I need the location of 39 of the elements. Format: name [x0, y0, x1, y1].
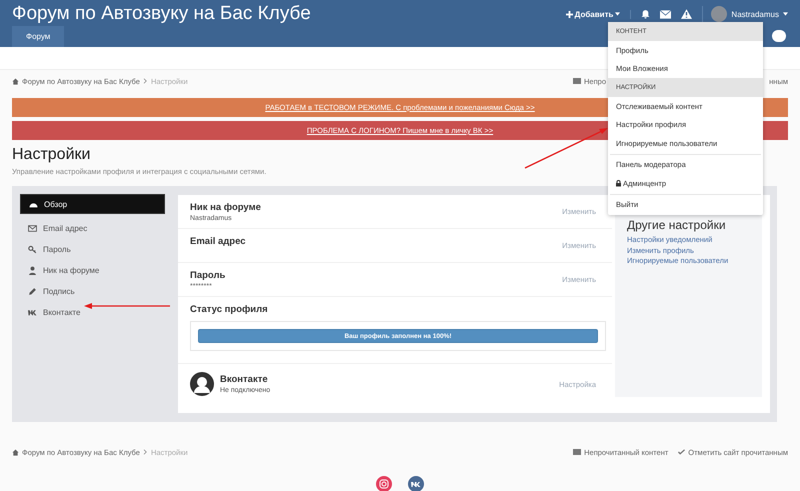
pencil-icon: [28, 286, 37, 296]
vk-icon: [28, 308, 37, 316]
envelope-icon[interactable]: [660, 10, 672, 18]
warning-icon[interactable]: [681, 9, 692, 19]
sidebar-item[interactable]: Подпись: [20, 281, 165, 301]
setting-title: Вконтакте: [220, 374, 269, 385]
sidebar-item[interactable]: Ник на форуме: [20, 260, 165, 280]
sidebar-item[interactable]: Обзор: [20, 194, 165, 214]
key-icon: [28, 244, 37, 254]
setting-title: Ник на форуме: [190, 202, 261, 213]
sidebar-item[interactable]: Вконтакте: [20, 302, 165, 322]
search-field[interactable]: [772, 30, 786, 42]
home-icon: [12, 448, 19, 456]
lock-icon: [616, 180, 621, 187]
chevron-icon: [142, 78, 148, 84]
add-button[interactable]: Добавить: [566, 10, 632, 18]
user-icon: [28, 266, 37, 274]
chevron-icon: [142, 449, 148, 455]
avatar-icon: [190, 372, 214, 396]
bell-icon[interactable]: [641, 9, 650, 19]
envelope-icon: [28, 224, 37, 232]
setting-title: Пароль: [190, 270, 226, 281]
vk-icon[interactable]: [408, 476, 424, 491]
page-title: Настройки: [12, 146, 92, 164]
sidebar-item[interactable]: Email адрес: [20, 218, 165, 238]
setting-title: Email адрес: [190, 236, 246, 247]
section-title: Другие настройки: [627, 218, 727, 232]
nav-tab[interactable]: Форум: [12, 26, 64, 47]
newspaper-icon: [573, 449, 582, 455]
site-title: Форум по Автозвуку на Бас Клубе: [12, 3, 311, 25]
setting-title: Статус профиля: [190, 304, 269, 315]
instagram-icon[interactable]: [376, 476, 392, 491]
caret-icon: [615, 12, 620, 16]
plus-icon: [566, 10, 573, 18]
sidebar-item[interactable]: Пароль: [20, 239, 165, 259]
check-icon: [678, 449, 686, 455]
home-icon: [12, 78, 19, 84]
newspaper-icon: [573, 78, 581, 84]
caret-icon: [783, 12, 788, 16]
